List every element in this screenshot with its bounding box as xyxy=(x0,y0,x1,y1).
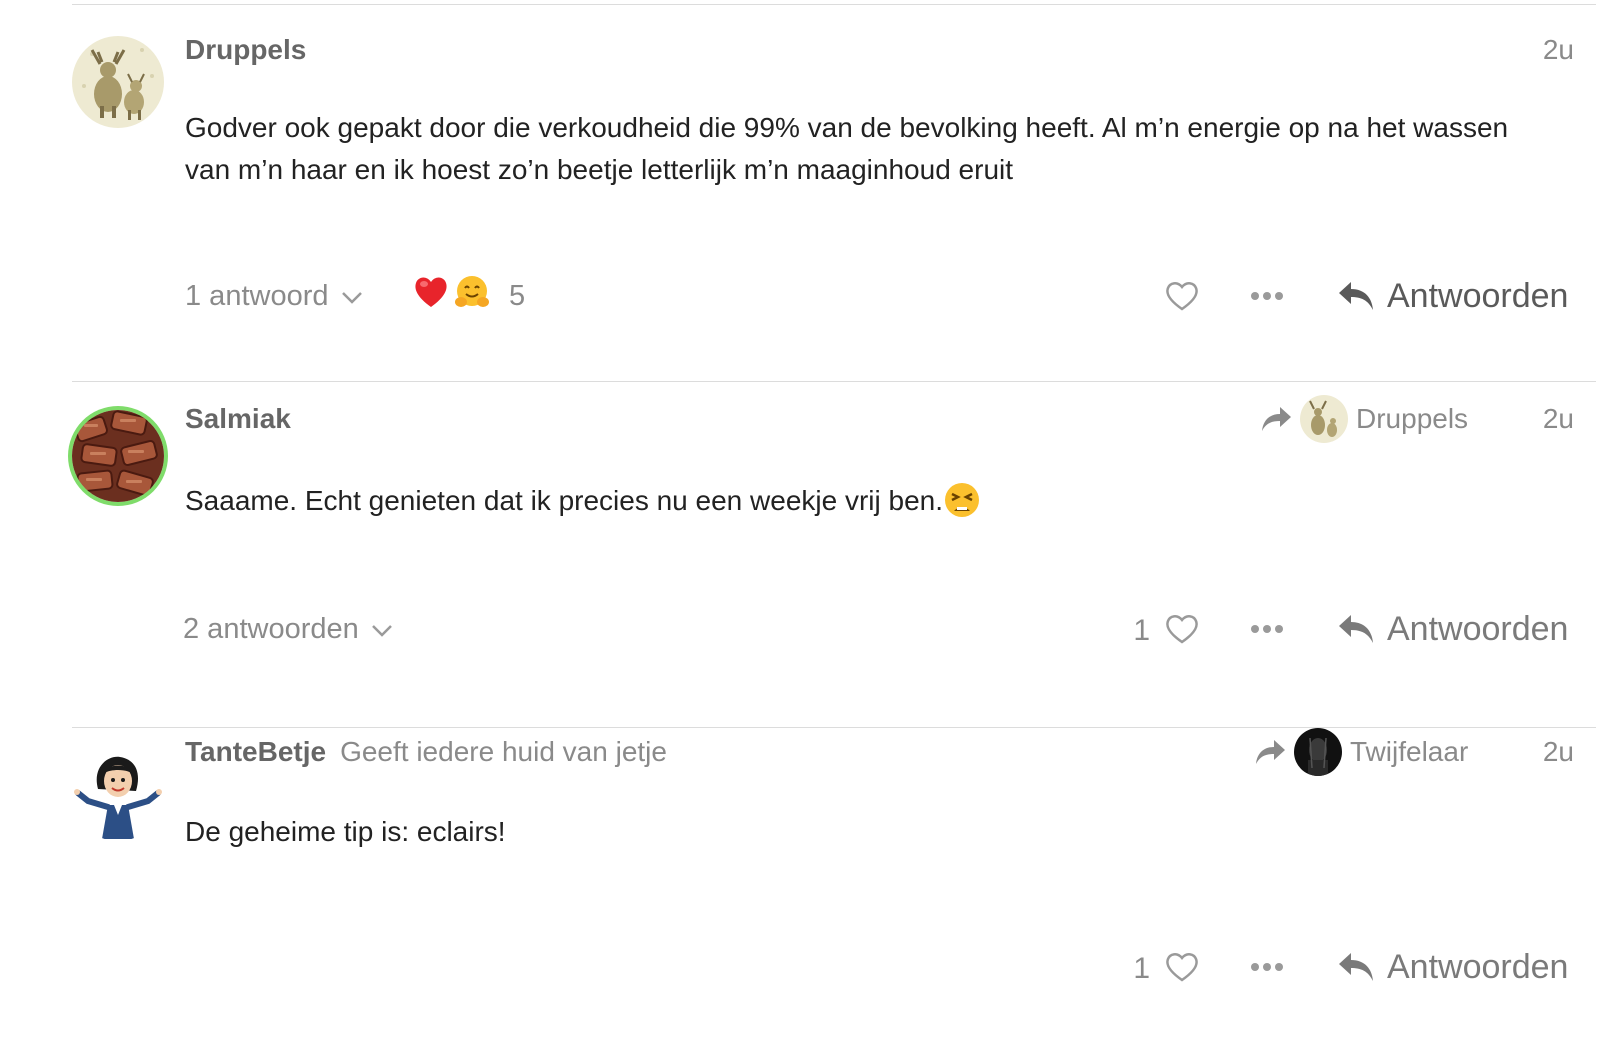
author-name[interactable]: Salmiak xyxy=(185,403,291,435)
cartoon-woman-avatar[interactable] xyxy=(72,749,164,841)
forward-arrow-icon xyxy=(1256,740,1285,764)
more-options-button[interactable] xyxy=(1247,272,1287,320)
like-button[interactable] xyxy=(1160,272,1204,320)
reply-to-link[interactable]: Twijfelaar xyxy=(1254,728,1468,776)
chevron-down-icon xyxy=(341,280,363,313)
more-options-button[interactable] xyxy=(1247,605,1287,653)
moose-avatar[interactable] xyxy=(72,36,164,128)
timestamp: 2u xyxy=(1542,736,1574,767)
comment-body: De geheime tip is: eclairs! xyxy=(185,816,506,847)
replies-count-label: 2 antwoorden xyxy=(183,612,359,645)
tired-face-emoji xyxy=(943,481,981,531)
author-label[interactable]: Druppels xyxy=(185,34,306,65)
chevron-down-icon xyxy=(371,613,393,646)
like-button[interactable] xyxy=(1160,943,1204,991)
comment-actions: 1 Antwoorden xyxy=(0,943,1622,991)
heart-outline-icon xyxy=(1166,953,1198,982)
comment-text: Saaame. Echt genieten dat ik precies nu … xyxy=(185,485,944,516)
timestamp: 2u xyxy=(1542,34,1574,65)
like-count: 1 xyxy=(1133,952,1150,985)
heart-outline-icon xyxy=(1166,282,1198,311)
timestamp: 2u xyxy=(1542,403,1574,434)
reply-label: Antwoorden xyxy=(1387,947,1569,986)
divider xyxy=(72,4,1596,5)
comment-actions: 1 antwoord 5 Antwoorden xyxy=(0,272,1622,320)
comment-actions: 2 antwoorden 1 Antwoorden xyxy=(0,605,1622,653)
reply-label: Antwoorden xyxy=(1387,609,1569,648)
ellipsis-icon xyxy=(1251,963,1283,971)
forward-arrow-icon xyxy=(1262,407,1291,431)
heart-outline-icon xyxy=(1166,615,1198,644)
author-label[interactable]: Salmiak xyxy=(185,403,291,434)
more-options-button[interactable] xyxy=(1247,943,1287,991)
comment-body: Saaame. Echt genieten dat ik precies nu … xyxy=(185,480,1545,531)
reply-to-name: Druppels xyxy=(1356,403,1469,434)
reply-to-link[interactable]: Druppels xyxy=(1260,395,1468,443)
ellipsis-icon xyxy=(1251,292,1283,300)
reply-arrow-icon xyxy=(1339,615,1373,643)
ellipsis-icon xyxy=(1251,625,1283,633)
reply-button[interactable]: Antwoorden xyxy=(1337,605,1568,653)
divider xyxy=(72,381,1596,382)
author-name[interactable]: TanteBetje Geeft iedere huid van jetje xyxy=(185,736,667,768)
reply-to-name: Twijfelaar xyxy=(1350,736,1469,767)
dark-portrait-avatar xyxy=(1294,728,1342,776)
reply-arrow-icon xyxy=(1339,953,1373,981)
comment-body: Godver ook gepakt door die verkoudheid d… xyxy=(185,112,1509,185)
moose-avatar xyxy=(1300,395,1348,443)
reply-button[interactable]: Antwoorden xyxy=(1337,943,1568,991)
salmiak-candy-avatar[interactable] xyxy=(72,410,164,502)
author-name[interactable]: Druppels xyxy=(185,34,306,66)
author-label[interactable]: TanteBetje xyxy=(185,736,326,767)
heart-emoji xyxy=(413,275,449,317)
reactions-summary[interactable]: 5 xyxy=(413,272,525,320)
comment-thread: Druppels 2u Godver ook gepakt door die v… xyxy=(0,0,1622,1058)
reply-arrow-icon xyxy=(1339,282,1373,310)
replies-toggle[interactable]: 1 antwoord xyxy=(185,272,363,320)
hugging-emoji xyxy=(453,274,491,318)
reply-button[interactable]: Antwoorden xyxy=(1337,272,1568,320)
like-count: 1 xyxy=(1133,614,1150,647)
replies-toggle[interactable]: 2 antwoorden xyxy=(183,605,393,653)
reaction-count: 5 xyxy=(509,279,526,312)
author-tagline: Geeft iedere huid van jetje xyxy=(340,736,667,767)
replies-count-label: 1 antwoord xyxy=(185,279,329,312)
like-button[interactable] xyxy=(1160,605,1204,653)
reply-label: Antwoorden xyxy=(1387,276,1569,315)
